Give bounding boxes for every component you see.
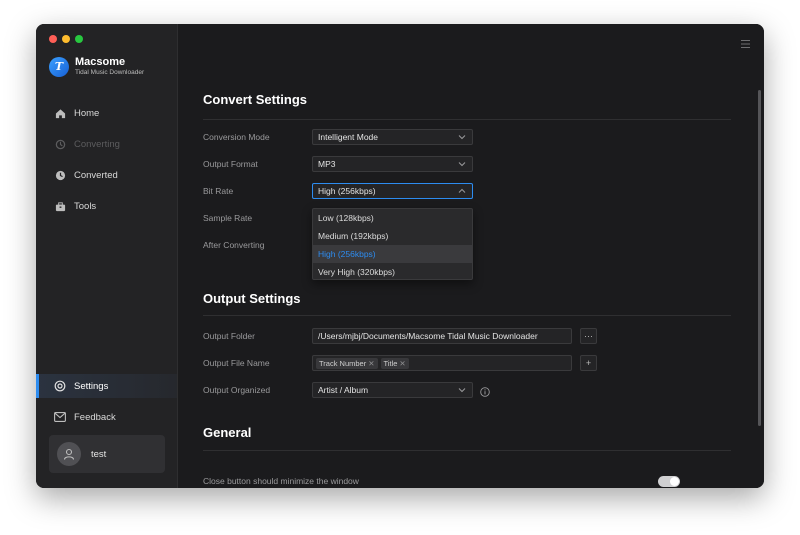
close-window-button[interactable] <box>49 35 57 43</box>
bit-rate-dropdown: Low (128kbps) Medium (192kbps) High (256… <box>312 208 473 280</box>
minimize-window-button[interactable] <box>62 35 70 43</box>
bit-rate-value: High (256kbps) <box>318 186 376 196</box>
after-converting-label: After Converting <box>203 240 265 250</box>
general-title: General <box>203 425 252 440</box>
remove-tag-icon[interactable]: ✕ <box>368 359 374 368</box>
bit-rate-select[interactable]: High (256kbps) <box>312 183 473 199</box>
converting-icon <box>54 138 66 150</box>
close-button-minimize-label: Close button should minimize the window <box>203 476 359 486</box>
output-format-label: Output Format <box>203 159 258 169</box>
sidebar-item-settings[interactable]: Settings <box>36 374 177 398</box>
output-file-name-label: Output File Name <box>203 358 270 368</box>
sidebar-item-label: Converted <box>74 169 118 181</box>
tag-label: Title <box>383 358 398 368</box>
mail-icon <box>54 411 66 423</box>
sidebar-item-converted[interactable]: Converted <box>36 163 177 187</box>
tag-label: Track Number <box>319 358 367 368</box>
bit-rate-option-selected[interactable]: High (256kbps) <box>313 245 472 263</box>
bit-rate-option[interactable]: Very High (320kbps) <box>313 263 472 281</box>
sidebar-item-label: Feedback <box>74 411 116 423</box>
user-name: test <box>91 448 107 460</box>
sidebar-item-label: Settings <box>74 380 109 392</box>
remove-tag-icon[interactable]: ✕ <box>399 359 405 368</box>
chevron-down-icon <box>458 386 466 396</box>
sidebar: T Macsome Tidal Music Downloader Home Co… <box>36 24 178 488</box>
chevron-down-icon <box>458 133 466 143</box>
output-organized-label: Output Organized <box>203 385 271 395</box>
app-logo: T <box>49 56 69 77</box>
conversion-mode-label: Conversion Mode <box>203 132 270 142</box>
output-file-name-input[interactable]: Track Number ✕ Title ✕ <box>312 355 572 371</box>
add-tag-button[interactable]: + <box>580 355 597 371</box>
close-button-minimize-toggle[interactable] <box>658 476 680 487</box>
settings-panel: Convert Settings Conversion Mode Intelli… <box>178 24 764 488</box>
user-card[interactable]: test <box>49 435 165 473</box>
app-brand: T Macsome Tidal Music Downloader <box>49 56 144 77</box>
app-window: T Macsome Tidal Music Downloader Home Co… <box>36 24 764 488</box>
convert-settings-title: Convert Settings <box>203 92 308 107</box>
output-format-value: MP3 <box>318 159 336 169</box>
file-name-tag[interactable]: Title ✕ <box>380 357 409 369</box>
sidebar-item-feedback[interactable]: Feedback <box>36 405 177 429</box>
output-format-select[interactable]: MP3 <box>312 156 473 172</box>
app-name: Macsome <box>75 56 126 68</box>
file-name-tag[interactable]: Track Number ✕ <box>316 357 378 369</box>
sidebar-item-converting[interactable]: Converting <box>36 132 177 156</box>
browse-folder-button[interactable]: ··· <box>580 328 597 344</box>
toolbox-icon <box>54 200 66 212</box>
output-organized-select[interactable]: Artist / Album <box>312 382 473 398</box>
output-settings-title: Output Settings <box>203 291 301 306</box>
scrollbar[interactable] <box>758 90 761 426</box>
chevron-down-icon <box>458 160 466 170</box>
sample-rate-label: Sample Rate <box>203 213 253 223</box>
user-icon <box>57 442 81 466</box>
divider <box>203 119 731 120</box>
info-icon[interactable] <box>480 384 490 402</box>
sidebar-item-home[interactable]: Home <box>36 101 177 125</box>
output-folder-input[interactable]: /Users/mjbj/Documents/Macsome Tidal Musi… <box>312 328 572 344</box>
output-organized-value: Artist / Album <box>318 385 369 395</box>
output-folder-label: Output Folder <box>203 331 255 341</box>
home-icon <box>54 107 66 119</box>
bit-rate-label: Bit Rate <box>203 186 234 196</box>
chevron-up-icon <box>458 187 466 197</box>
divider <box>203 315 731 316</box>
window-controls <box>49 35 83 43</box>
bit-rate-option[interactable]: Medium (192kbps) <box>313 227 472 245</box>
sidebar-item-label: Home <box>74 107 100 119</box>
sidebar-item-label: Converting <box>74 138 120 150</box>
sidebar-item-label: Tools <box>74 200 97 212</box>
app-subtitle: Tidal Music Downloader <box>75 69 145 76</box>
sidebar-item-tools[interactable]: Tools <box>36 194 177 218</box>
conversion-mode-select[interactable]: Intelligent Mode <box>312 129 473 145</box>
zoom-window-button[interactable] <box>75 35 83 43</box>
hamburger-menu-icon[interactable] <box>741 35 750 53</box>
bit-rate-option[interactable]: Low (128kbps) <box>313 209 472 227</box>
gear-icon <box>54 380 66 392</box>
clock-icon <box>54 169 66 181</box>
conversion-mode-value: Intelligent Mode <box>318 132 379 142</box>
divider <box>203 450 731 451</box>
